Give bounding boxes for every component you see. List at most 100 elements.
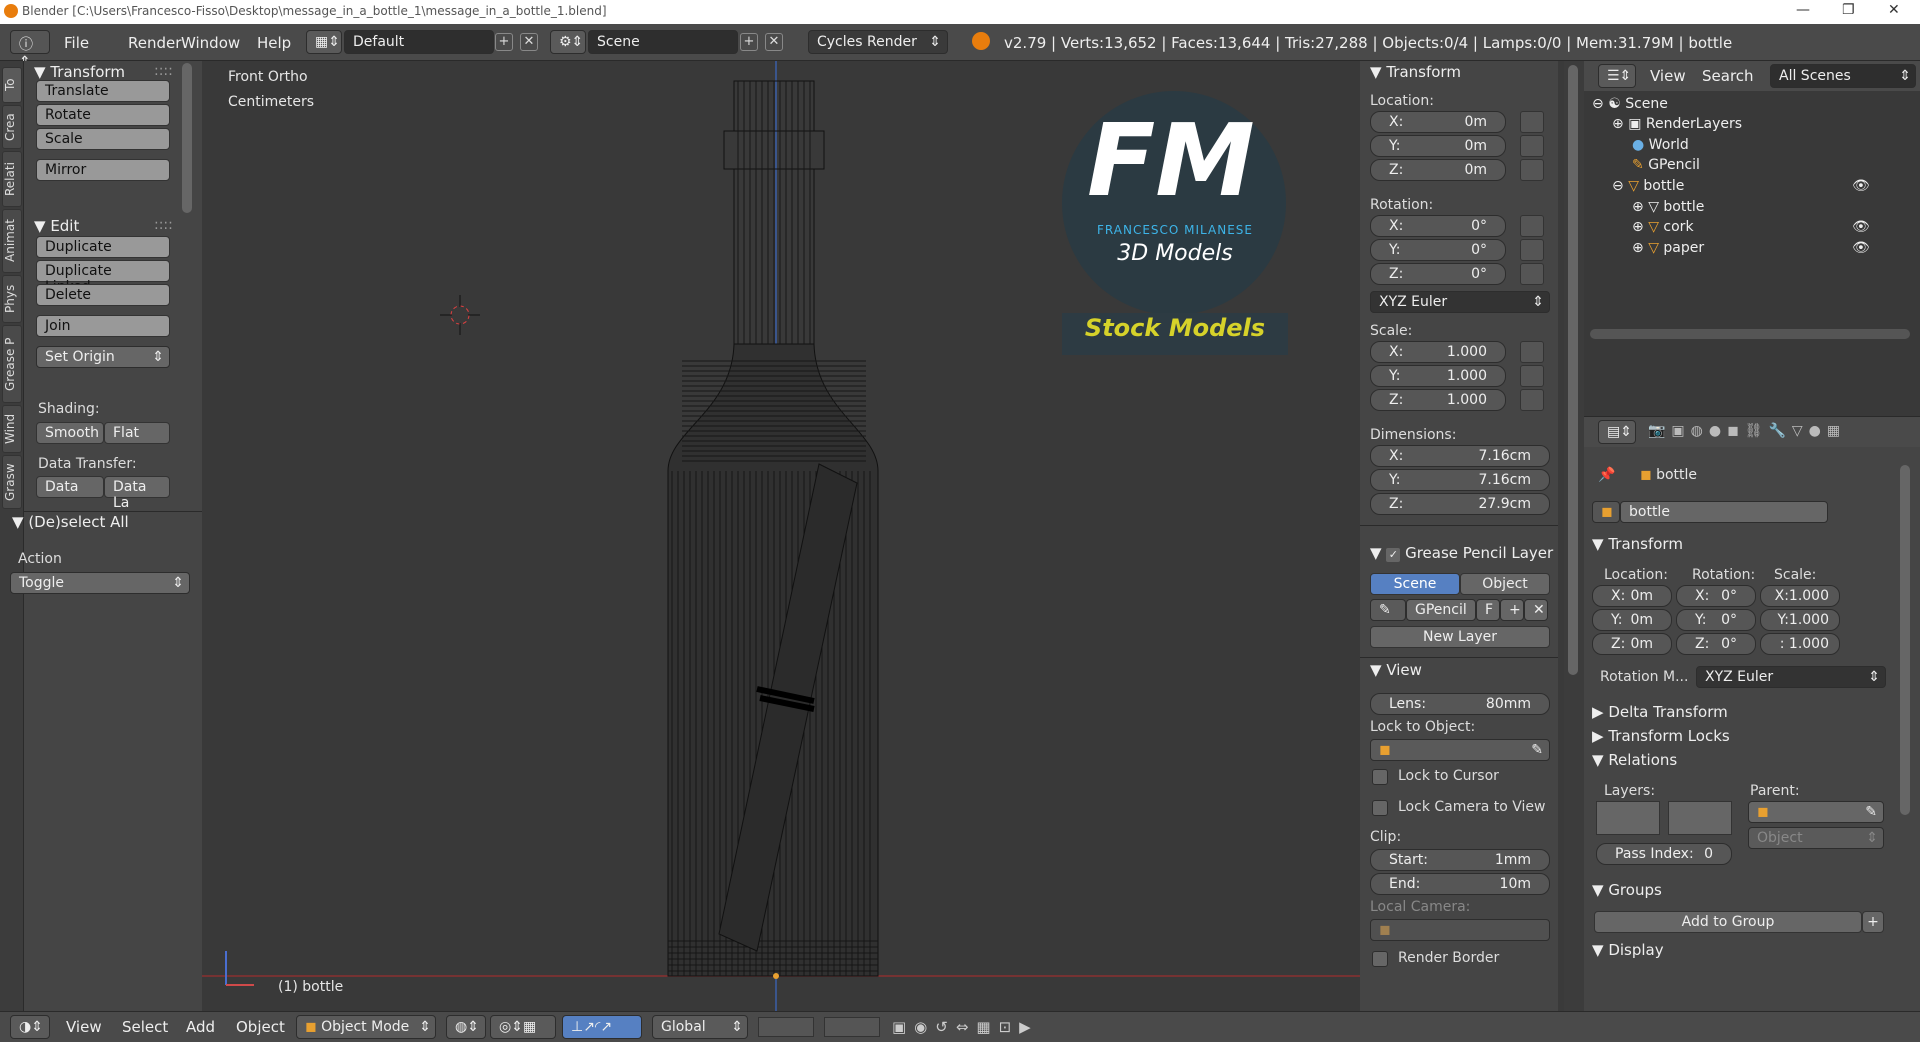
lock-icon[interactable] <box>1520 215 1544 237</box>
set-origin-select[interactable]: Set Origin ⇕ <box>36 346 170 368</box>
scale-x-field[interactable]: X: 1.000 <box>1370 341 1506 363</box>
view-panel-header[interactable]: ▼ View <box>1370 661 1422 679</box>
gp-pencil-icon[interactable]: ✎ <box>1370 599 1406 621</box>
close-icon[interactable]: ✕ <box>1888 2 1900 18</box>
rotation-z-field[interactable]: Z: 0° <box>1370 263 1506 285</box>
props-rotation-mode-select[interactable]: XYZ Euler ⇕ <box>1696 666 1886 688</box>
eyedropper-icon[interactable]: ✎ <box>1531 742 1543 758</box>
outliner-row-world[interactable]: ● World <box>1632 137 1689 153</box>
remove-scene-icon[interactable]: ✕ <box>765 33 783 51</box>
edit-panel-header[interactable]: ▼ Edit <box>34 217 79 235</box>
outliner-row-cork[interactable]: ⊕ ▽ cork <box>1632 219 1694 235</box>
pin-icon[interactable]: 📌 <box>1598 467 1615 483</box>
tab-grasw[interactable]: Grasw <box>2 455 22 509</box>
object-name-field[interactable]: bottle <box>1620 501 1828 523</box>
grease-pencil-header[interactable]: ▼ ✓ Grease Pencil Layer <box>1370 544 1553 562</box>
properties-scrollbar[interactable] <box>1900 465 1910 815</box>
add-group-icon[interactable]: + <box>1862 911 1884 933</box>
lock-icon[interactable] <box>1520 365 1544 387</box>
pivot-snap-icons[interactable]: ◎⇕▦ <box>490 1015 556 1039</box>
visibility-eye-icon[interactable]: 👁 <box>1852 240 1870 256</box>
rotate-button[interactable]: Rotate <box>36 104 170 126</box>
data-button[interactable]: Data <box>36 476 104 498</box>
menu-render[interactable]: Render <box>128 34 181 52</box>
gp-add-icon[interactable]: + <box>1500 599 1524 621</box>
relations-header[interactable]: ▼ Relations <box>1592 751 1677 769</box>
outliner-row-paper[interactable]: ⊕ ▽ paper <box>1632 240 1704 256</box>
lock-icon[interactable] <box>1520 239 1544 261</box>
tab-tools[interactable]: To <box>2 67 22 103</box>
outliner-h-scrollbar[interactable] <box>1590 329 1910 339</box>
dimension-x-field[interactable]: X: 7.16cm <box>1370 445 1550 467</box>
layer-buttons-left[interactable] <box>758 1017 814 1037</box>
scale-button[interactable]: Scale <box>36 128 170 150</box>
visibility-eye-icon[interactable]: 👁 <box>1852 219 1870 235</box>
tab-physics[interactable]: Phys <box>2 275 22 323</box>
props-scale-x[interactable]: X:1.000 <box>1760 585 1840 607</box>
scale-z-field[interactable]: Z: 1.000 <box>1370 389 1506 411</box>
visibility-eye-icon[interactable]: 👁 <box>1852 178 1870 194</box>
3d-viewport[interactable]: Front Ortho Centimeters (1) bottle FM FR… <box>202 61 1360 1011</box>
scale-y-field[interactable]: Y: 1.000 <box>1370 365 1506 387</box>
lock-icon[interactable] <box>1520 389 1544 411</box>
props-loc-z[interactable]: Z: 0m <box>1592 633 1672 655</box>
shading-select-icon[interactable]: ◍⇕ <box>446 1015 486 1039</box>
add-layout-icon[interactable]: + <box>495 33 513 51</box>
lock-to-cursor-checkbox[interactable] <box>1372 769 1388 785</box>
outliner-row-scene[interactable]: ⊖ ☯ Scene <box>1592 96 1668 112</box>
drag-handle-icon[interactable]: :::: <box>154 63 173 79</box>
bottle-wireframe[interactable] <box>667 80 879 977</box>
lock-icon[interactable] <box>1520 159 1544 181</box>
clip-start-field[interactable]: Start: 1mm <box>1370 849 1550 871</box>
lock-icon[interactable] <box>1520 341 1544 363</box>
outliner-row-bottle-mesh[interactable]: ⊕ ▽ bottle <box>1632 199 1704 215</box>
layers-grid-right[interactable] <box>1668 801 1732 835</box>
tab-relations[interactable]: Relati <box>2 151 22 207</box>
new-layer-button[interactable]: New Layer <box>1370 626 1550 648</box>
smooth-button[interactable]: Smooth <box>36 422 104 444</box>
render-border-checkbox[interactable] <box>1372 951 1388 967</box>
menu-file[interactable]: File <box>64 34 89 52</box>
display-header[interactable]: ▼ Display <box>1592 941 1664 959</box>
orientation-select[interactable]: Global ⇕ <box>652 1015 748 1039</box>
drag-handle-icon[interactable]: :::: <box>154 217 173 233</box>
location-x-field[interactable]: X: 0m <box>1370 111 1506 133</box>
props-loc-x[interactable]: X: 0m <box>1592 585 1672 607</box>
tab-wind[interactable]: Wind <box>2 405 22 453</box>
maximize-icon[interactable]: ❐ <box>1842 2 1855 18</box>
gp-scene-button[interactable]: Scene <box>1370 573 1460 595</box>
menu-window[interactable]: Window <box>181 34 240 52</box>
collapse-icon[interactable]: ⊖ <box>1592 96 1604 112</box>
properties-context-tabs[interactable]: 📷▣◍●◼⛓🔧▽●▦ <box>1648 423 1846 439</box>
object-type-icon[interactable]: ◼ <box>1592 501 1620 523</box>
rotation-y-field[interactable]: Y: 0° <box>1370 239 1506 261</box>
outliner-view-menu[interactable]: View <box>1650 67 1686 85</box>
n-transform-header[interactable]: ▼ Transform <box>1370 63 1461 81</box>
props-loc-y[interactable]: Y: 0m <box>1592 609 1672 631</box>
layer-buttons-right[interactable] <box>824 1017 880 1037</box>
collapse-icon[interactable]: ⊖ <box>1612 178 1624 194</box>
manipulator-icons[interactable]: ⊥↗◜↗ <box>562 1015 642 1039</box>
footer-view-menu[interactable]: View <box>66 1018 102 1036</box>
eyedropper-icon[interactable]: ✎ <box>1865 804 1877 820</box>
expand-icon[interactable]: ⊕ <box>1632 199 1644 215</box>
outliner-editor-icon[interactable]: ☰⇕ <box>1598 64 1636 88</box>
location-y-field[interactable]: Y: 0m <box>1370 135 1506 157</box>
lock-icon[interactable] <box>1520 111 1544 133</box>
editor-type-info-icon[interactable]: ⓘ ⇕ <box>10 30 50 70</box>
props-rot-y[interactable]: Y: 0° <box>1676 609 1756 631</box>
dimension-y-field[interactable]: Y: 7.16cm <box>1370 469 1550 491</box>
footer-object-menu[interactable]: Object <box>236 1018 285 1036</box>
expand-icon[interactable]: ⊕ <box>1632 240 1644 256</box>
outliner-row-renderlayers[interactable]: ⊕ ▣ RenderLayers <box>1612 116 1742 132</box>
layers-grid-left[interactable] <box>1596 801 1660 835</box>
lock-to-object-field[interactable]: ◼ ✎ <box>1370 739 1550 761</box>
expand-icon[interactable]: ⊕ <box>1632 219 1644 235</box>
pass-index-field[interactable]: Pass Index: 0 <box>1596 843 1732 865</box>
tab-grease-pencil[interactable]: Grease P <box>2 325 22 403</box>
footer-add-menu[interactable]: Add <box>186 1018 215 1036</box>
parent-field[interactable]: ◼ ✎ <box>1748 801 1884 823</box>
action-select[interactable]: Toggle ⇕ <box>10 572 190 594</box>
delete-button[interactable]: Delete <box>36 284 170 306</box>
outliner-search-menu[interactable]: Search <box>1702 67 1754 85</box>
